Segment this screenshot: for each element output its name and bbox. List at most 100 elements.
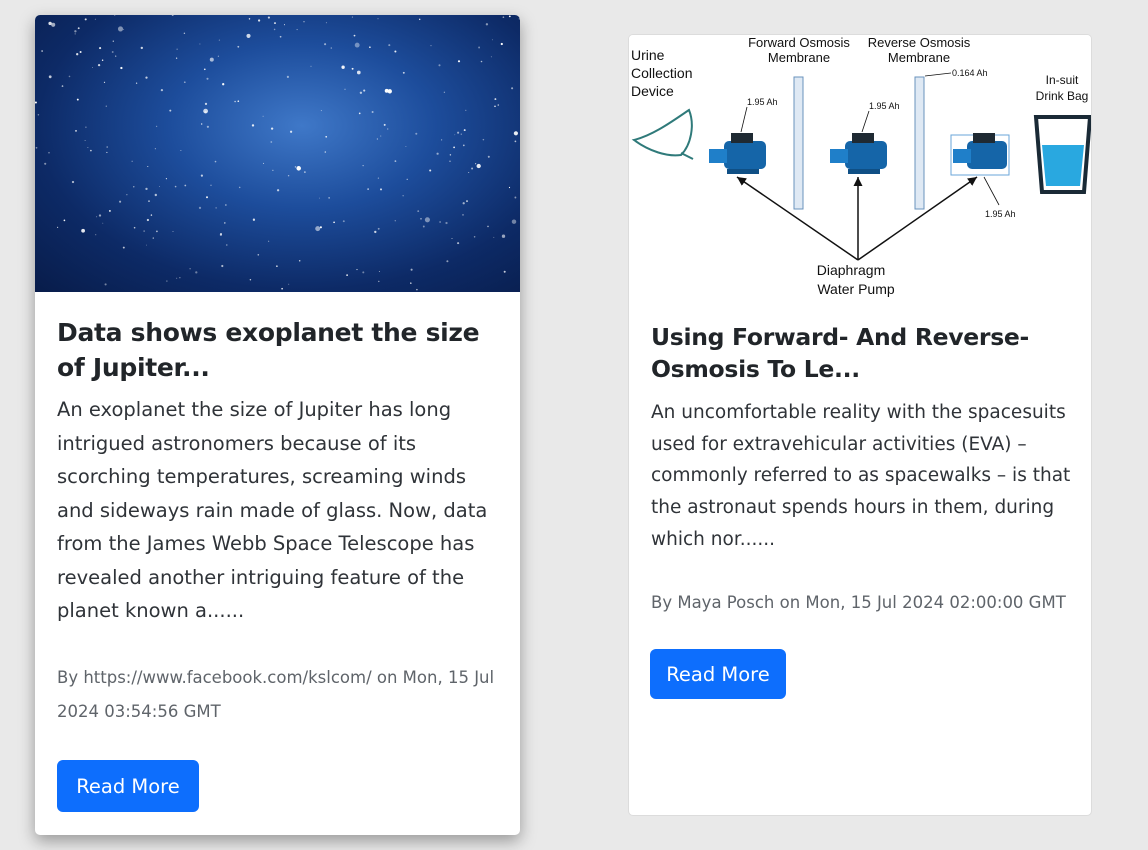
star: [417, 210, 420, 212]
star: [176, 48, 178, 50]
star: [394, 50, 397, 53]
star: [246, 33, 251, 38]
star: [487, 155, 490, 158]
star: [482, 138, 485, 141]
drink-bag-icon: [1033, 115, 1091, 194]
star: [237, 45, 240, 48]
star: [44, 162, 47, 165]
ro-label: Membrane: [888, 50, 950, 65]
star: [171, 15, 174, 16]
star: [119, 200, 122, 203]
star: [57, 226, 59, 228]
star: [320, 110, 322, 112]
star: [490, 56, 492, 58]
star: [214, 160, 217, 163]
star: [41, 50, 43, 52]
star: [276, 189, 280, 192]
star: [402, 71, 405, 74]
card-description: An uncomfortable reality with the spaces…: [651, 402, 1071, 550]
star: [98, 214, 102, 217]
star: [315, 226, 321, 232]
star: [131, 160, 133, 162]
star: [68, 75, 71, 78]
star: [221, 264, 224, 268]
star: [330, 47, 333, 49]
star: [248, 18, 251, 20]
star: [346, 274, 348, 276]
star: [356, 269, 358, 271]
star: [513, 131, 518, 136]
star: [48, 151, 50, 154]
star: [105, 105, 107, 107]
star: [108, 209, 111, 212]
star: [376, 138, 379, 140]
card-title: Using Forward- And Reverse-Osmosis To Le…: [651, 323, 1029, 383]
star: [410, 282, 412, 284]
star: [478, 46, 481, 49]
star: [378, 271, 380, 272]
ah-label: 0.164 Ah: [952, 68, 988, 78]
fo-label: Forward Osmosis: [748, 35, 850, 50]
star: [454, 134, 456, 136]
star: [394, 160, 397, 162]
star: [106, 146, 109, 148]
star: [126, 194, 128, 196]
star: [101, 59, 104, 62]
star: [75, 130, 77, 132]
star: [143, 230, 145, 232]
star: [90, 149, 92, 152]
pump-label: Water Pump: [817, 281, 894, 297]
read-more-button[interactable]: Read More: [57, 760, 199, 812]
star: [272, 169, 274, 171]
star: [351, 67, 354, 70]
star: [189, 268, 191, 270]
star: [183, 81, 186, 84]
star: [319, 226, 322, 229]
star: [122, 246, 125, 249]
star: [199, 43, 201, 45]
star: [485, 23, 489, 26]
star: [165, 178, 167, 180]
star: [324, 43, 327, 46]
star: [353, 34, 356, 37]
star: [341, 65, 345, 69]
star: [276, 265, 278, 267]
star: [37, 113, 40, 116]
star: [154, 193, 157, 197]
star: [475, 163, 477, 165]
star: [449, 154, 452, 156]
read-more-button[interactable]: Read More: [650, 649, 786, 699]
star: [238, 186, 241, 189]
star: [406, 178, 408, 180]
star: [79, 51, 82, 53]
card-title: Data shows exoplanet the size of Jupiter…: [57, 318, 480, 382]
star: [438, 64, 441, 67]
star: [342, 220, 345, 223]
star: [215, 207, 217, 209]
card-body: Using Forward- And Reverse-Osmosis To Le…: [651, 321, 1076, 556]
star: [463, 129, 466, 132]
star: [81, 228, 85, 233]
star: [440, 139, 443, 141]
star: [133, 186, 135, 188]
star: [111, 51, 114, 53]
star: [384, 88, 389, 93]
star: [394, 220, 396, 222]
star: [439, 221, 441, 223]
ah-label: 1.95 Ah: [747, 97, 778, 107]
star: [388, 44, 391, 47]
star: [363, 89, 366, 92]
star: [152, 237, 154, 239]
star: [511, 87, 514, 90]
star: [344, 88, 346, 90]
star: [61, 85, 64, 87]
star: [96, 216, 98, 218]
star: [303, 21, 305, 23]
star: [249, 278, 252, 281]
star: [471, 167, 474, 170]
star: [356, 70, 361, 75]
star: [436, 152, 439, 155]
fo-membrane-icon: [793, 76, 804, 210]
star: [77, 27, 80, 30]
star: [502, 16, 505, 19]
